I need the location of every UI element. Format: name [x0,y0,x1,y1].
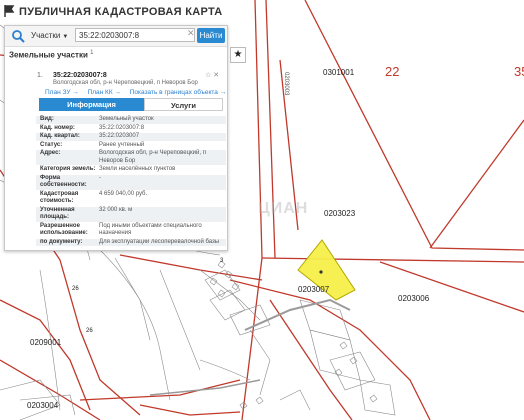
property-key: Форма собственности: [40,174,87,189]
parcel-id[interactable]: 35:22:0203007:8 [53,72,107,79]
parcel-address: Вологодская обл, р-н Череповецкий, п Нев… [53,80,198,86]
results-title: Земельные участки 1 [9,50,93,60]
result-index: 1. [37,72,43,79]
map-quarter-label: 0203023 [324,209,356,218]
plan-kk-link[interactable]: План КК → [88,89,121,96]
property-value: Вологодская обл, р-н Череповецкий, п Нев… [99,150,206,164]
property-value: 4 659 040,00 руб. [99,190,148,197]
tab-bar: Информация Услуги [31,98,227,111]
property-value: Под иными объектами специального назначе… [99,222,202,237]
search-icon[interactable] [11,29,25,43]
map-quarter-label: 0203003 [283,72,289,96]
property-key: по документу: [40,238,83,245]
property-row: Статус: Ранее учтенный [36,141,226,150]
property-key: Кад. квартал: [40,133,80,139]
property-value: 32 000 кв. м [99,206,133,213]
map-parcel-label: 26 [86,328,93,334]
star-outline-icon[interactable]: ☆ [205,72,211,79]
property-row: Кадастровая стоимость: 4 659 040,00 руб. [36,191,226,207]
show-bounds-link[interactable]: Показать в границах объекта → [130,89,226,96]
object-type-label: Участки [31,31,61,40]
map-zone-label: 35 [514,64,524,79]
property-row: Кад. номер: 35:22:0203007:8 [36,124,226,133]
map-quarter-label: 0203007 [298,285,330,294]
close-icon[interactable]: ✕ [213,72,219,79]
property-row: Вид: Земельный участок [36,116,226,125]
map-zone-label: 22 [385,64,400,79]
card-actions: ☆ ✕ [205,71,219,79]
plan-zu-link[interactable]: План ЗУ → [45,89,79,96]
property-value: Ранее учтенный [99,141,145,148]
property-value: Земельный участок [99,116,154,122]
search-bar: Участки ▼ 35:22:0203007:8 ✕ Найти [5,26,227,47]
property-key: Разрешенное использование: [40,222,88,237]
property-row: по документу: Для эксплуатации лесоперева… [36,238,226,247]
property-value: - [99,174,101,181]
properties-table: Вид: Земельный участок Кад. номер: 35:22:02… [36,116,226,247]
property-row: Разрешенное использование: Под иными объе… [36,223,226,239]
property-value: 35:22:0203007 [99,133,140,139]
app-header: ПУБЛИЧНАЯ КАДАСТРОВАЯ КАРТА [0,0,524,22]
tab-info[interactable]: Информация [39,98,144,111]
property-row: Категория земель: Земли населённых пункто… [36,166,226,175]
object-type-select[interactable]: Участки ▼ [31,29,71,42]
app-title: ПУБЛИЧНАЯ КАДАСТРОВАЯ КАРТА [19,6,223,18]
search-input[interactable]: 35:22:0203007:8 [75,28,195,42]
flag-icon [4,5,15,17]
results-title-text: Земельные участки [9,50,88,60]
property-key: Адрес: [40,150,61,156]
find-button[interactable]: Найти [197,28,225,43]
results-count: 1 [90,50,94,56]
map-parcel-label: 26 [72,286,79,292]
watermark: ЦИАН [258,200,309,217]
property-row: Кад. квартал: 35:22:0203007 [36,133,226,142]
map-quarter-label: 0203006 [398,294,430,303]
property-key: Вид: [40,116,54,122]
property-key: Категория земель: [40,166,96,172]
property-value: Земли населённых пунктов [99,166,176,172]
chevron-down-icon: ▼ [62,34,69,40]
property-value: Для эксплуатации лесоперевалочной базы [99,238,220,245]
property-row: Форма собственности: - [36,174,226,191]
property-key: Кад. номер: [40,124,75,131]
property-row: Адрес: Вологодская обл, р-н Череповецкий,… [36,150,226,166]
map-quarter-label: 0209001 [30,338,62,347]
tab-services[interactable]: Услуги [144,98,223,111]
card-links: План ЗУ → План КК → Показать в границах … [45,89,233,96]
result-card-header: 1. 35:22:0203007:8 Вологодская обл, р-н … [35,70,227,98]
property-key: Уточненная площадь: [40,206,75,221]
property-key: Кадастровая стоимость: [40,190,79,205]
property-row: Уточненная площадь: 32 000 кв. м [36,206,226,223]
property-key: Статус: [40,141,63,148]
map-quarter-label: 0301001 [323,68,355,77]
property-value: 35:22:0203007:8 [99,124,145,131]
star-icon[interactable]: ★ [230,47,246,63]
close-icon[interactable]: ✕ [187,28,195,39]
map-quarter-label: 0203004 [27,401,59,410]
